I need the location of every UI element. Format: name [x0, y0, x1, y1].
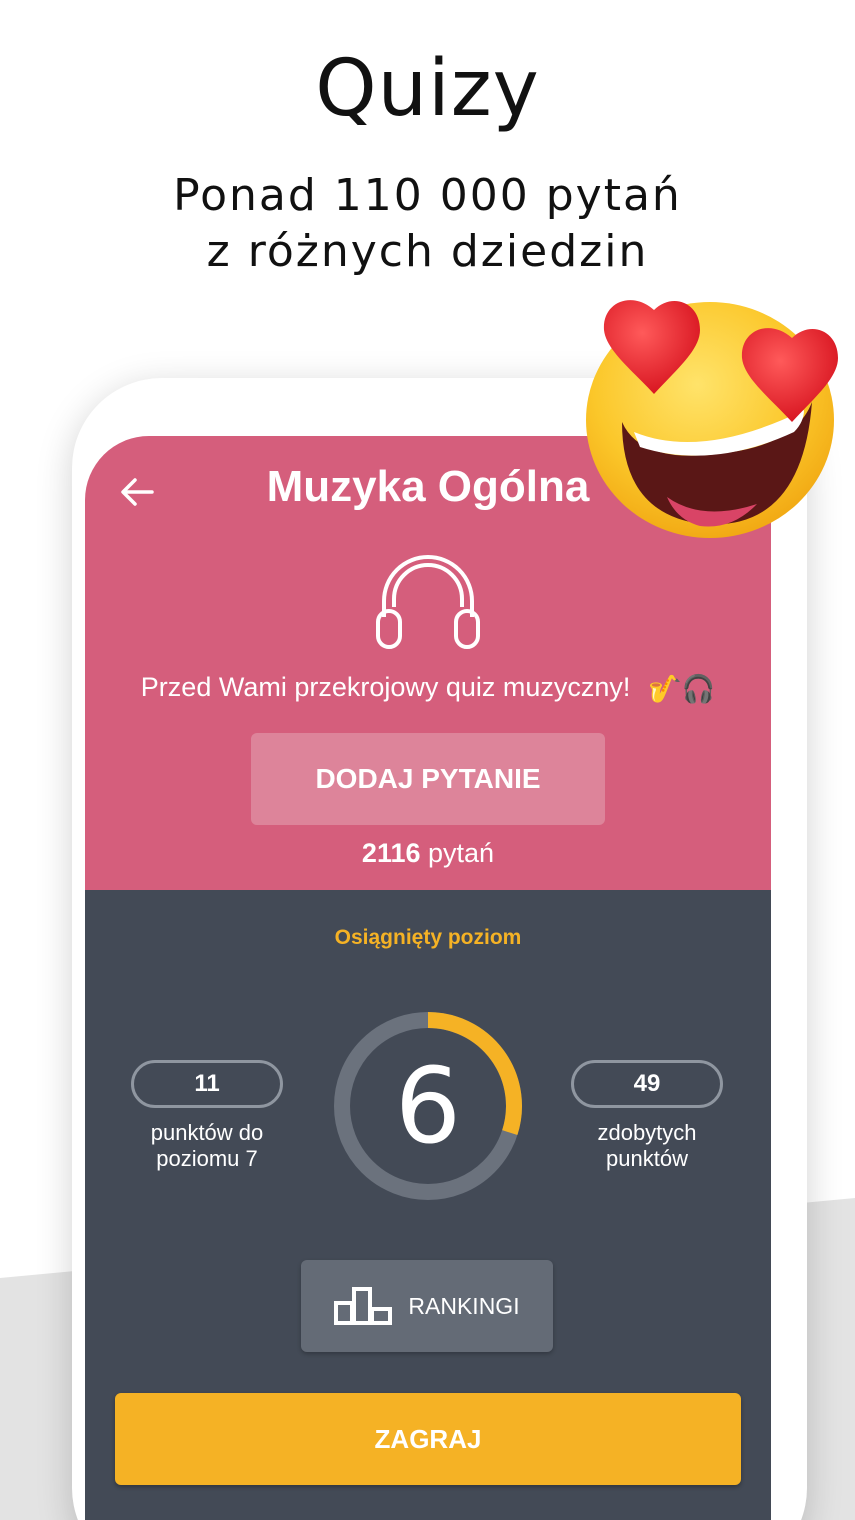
podium-icon [334, 1287, 393, 1325]
rankings-button[interactable]: RANKINGI [301, 1260, 553, 1352]
rankings-label: RANKINGI [408, 1292, 520, 1319]
question-count-number: 2116 [361, 838, 421, 868]
promo-title: Quizy [315, 44, 540, 134]
play-button[interactable]: ZAGRAJ [115, 1393, 741, 1485]
description-text: Przed Wami przekrojowy quiz muzyczny! [140, 672, 631, 702]
level-label: Osiągnięty poziom [334, 926, 522, 949]
promo-subtitle: Ponad 110 000 pytań z różnych dziedzin [0, 168, 855, 280]
points-to-next-label: punktów do poziomu 7 [107, 1120, 307, 1172]
saxophone-headphones-emoji: 🎷🎧 [647, 673, 716, 704]
promo-subtitle-line2: z różnych dziedzin [206, 226, 649, 277]
points-to-next-label-line2: poziomu 7 [156, 1146, 258, 1171]
points-earned-badge: 49 [571, 1060, 723, 1108]
question-count: 2116 pytań [85, 838, 771, 869]
promo-subtitle-line1: Ponad 110 000 pytań [173, 170, 682, 221]
points-earned-label-line1: zdobytych [597, 1120, 697, 1145]
category-description: Przed Wami przekrojowy quiz muzyczny! 🎷🎧 [85, 672, 771, 705]
points-earned-label: zdobytych punktów [547, 1120, 747, 1172]
question-count-unit: pytań [428, 838, 495, 868]
points-to-next-label-line1: punktów do [150, 1120, 264, 1145]
level-number: 6 [394, 1045, 462, 1167]
heart-eyes-emoji-icon [586, 300, 838, 538]
app-screen: Muzyka Ogólna Przed Wami przekrojowy qui… [85, 436, 771, 1520]
level-panel: Osiągnięty poziom 11 punktów do poziomu … [85, 890, 771, 1520]
points-earned-label-line2: punktów [606, 1146, 688, 1171]
add-question-button[interactable]: DODAJ PYTANIE [251, 733, 605, 825]
points-to-next-badge: 11 [131, 1060, 283, 1108]
headphones-icon [376, 555, 480, 649]
